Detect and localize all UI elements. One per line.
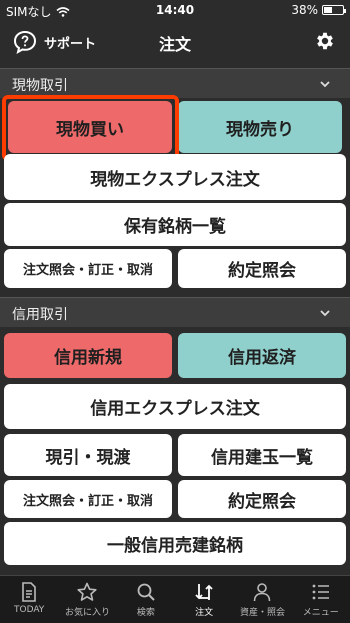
tab-favorites[interactable]: お気に入り xyxy=(58,576,116,623)
holdings-list-button[interactable]: 保有銘柄一覧 xyxy=(4,203,346,246)
margin-positions-button[interactable]: 信用建玉一覧 xyxy=(178,434,346,476)
genbiki-genwatashi-button[interactable]: 現引・現渡 xyxy=(4,434,172,476)
shinyo-express-button[interactable]: 信用エクスプレス注文 xyxy=(4,384,346,429)
tab-today[interactable]: TODAY xyxy=(0,576,58,623)
help-bubble-icon xyxy=(13,30,37,54)
app-header: サポート 注文 xyxy=(0,20,350,64)
shinyo-execution-inquiry-button[interactable]: 約定照会 xyxy=(178,480,346,518)
section-genbutsu-title: 現物取引 xyxy=(12,78,68,94)
genbutsu-sell-button[interactable]: 現物売り xyxy=(178,101,342,153)
person-icon xyxy=(254,583,271,602)
genbutsu-order-inquiry-button[interactable]: 注文照会・訂正・取消 xyxy=(4,249,172,288)
battery-fill xyxy=(324,7,332,13)
tab-bar: TODAY お気に入り 検索 注文 資産・照会 メニュー xyxy=(0,575,350,623)
search-icon xyxy=(137,583,155,601)
status-bar: SIMなし 14:40 38% xyxy=(0,0,350,20)
chevron-down-icon xyxy=(320,81,330,88)
battery-icon xyxy=(322,5,346,15)
genbutsu-express-button[interactable]: 現物エクスプレス注文 xyxy=(4,154,346,200)
tab-menu[interactable]: メニュー xyxy=(292,576,350,623)
tab-menu-label: メニュー xyxy=(302,608,339,618)
star-icon xyxy=(77,582,98,601)
battery-percent: 38% xyxy=(291,3,318,17)
shinyo-repay-button[interactable]: 信用返済 xyxy=(178,333,346,378)
section-shinyo-title: 信用取引 xyxy=(12,307,68,323)
chevron-down-icon xyxy=(320,310,330,317)
tab-order-label: 注文 xyxy=(195,608,214,618)
tab-favorites-label: お気に入り xyxy=(64,608,110,618)
section-shinyo[interactable]: 信用取引 xyxy=(0,297,350,327)
tab-today-label: TODAY xyxy=(14,605,45,615)
support-button[interactable]: サポート xyxy=(12,29,96,55)
general-margin-short-button[interactable]: 一般信用売建銘柄 xyxy=(4,522,346,565)
menu-icon xyxy=(312,584,329,600)
section-genbutsu[interactable]: 現物取引 xyxy=(0,68,350,98)
support-label: サポート xyxy=(44,36,97,52)
order-icon xyxy=(195,584,213,600)
shinyo-new-button[interactable]: 信用新規 xyxy=(4,333,172,378)
gear-icon[interactable] xyxy=(314,30,336,52)
tab-order[interactable]: 注文 xyxy=(175,576,233,623)
tab-assets-label: 資産・照会 xyxy=(239,608,285,618)
tab-assets[interactable]: 資産・照会 xyxy=(233,576,291,623)
tab-search-label: 検索 xyxy=(136,608,155,618)
battery: 38% xyxy=(291,3,346,17)
genbutsu-execution-inquiry-button[interactable]: 約定照会 xyxy=(178,249,346,288)
shinyo-order-inquiry-button[interactable]: 注文照会・訂正・取消 xyxy=(4,480,172,518)
tab-search[interactable]: 検索 xyxy=(117,576,175,623)
genbutsu-buy-button[interactable]: 現物買い xyxy=(8,101,172,153)
document-icon xyxy=(22,582,36,602)
